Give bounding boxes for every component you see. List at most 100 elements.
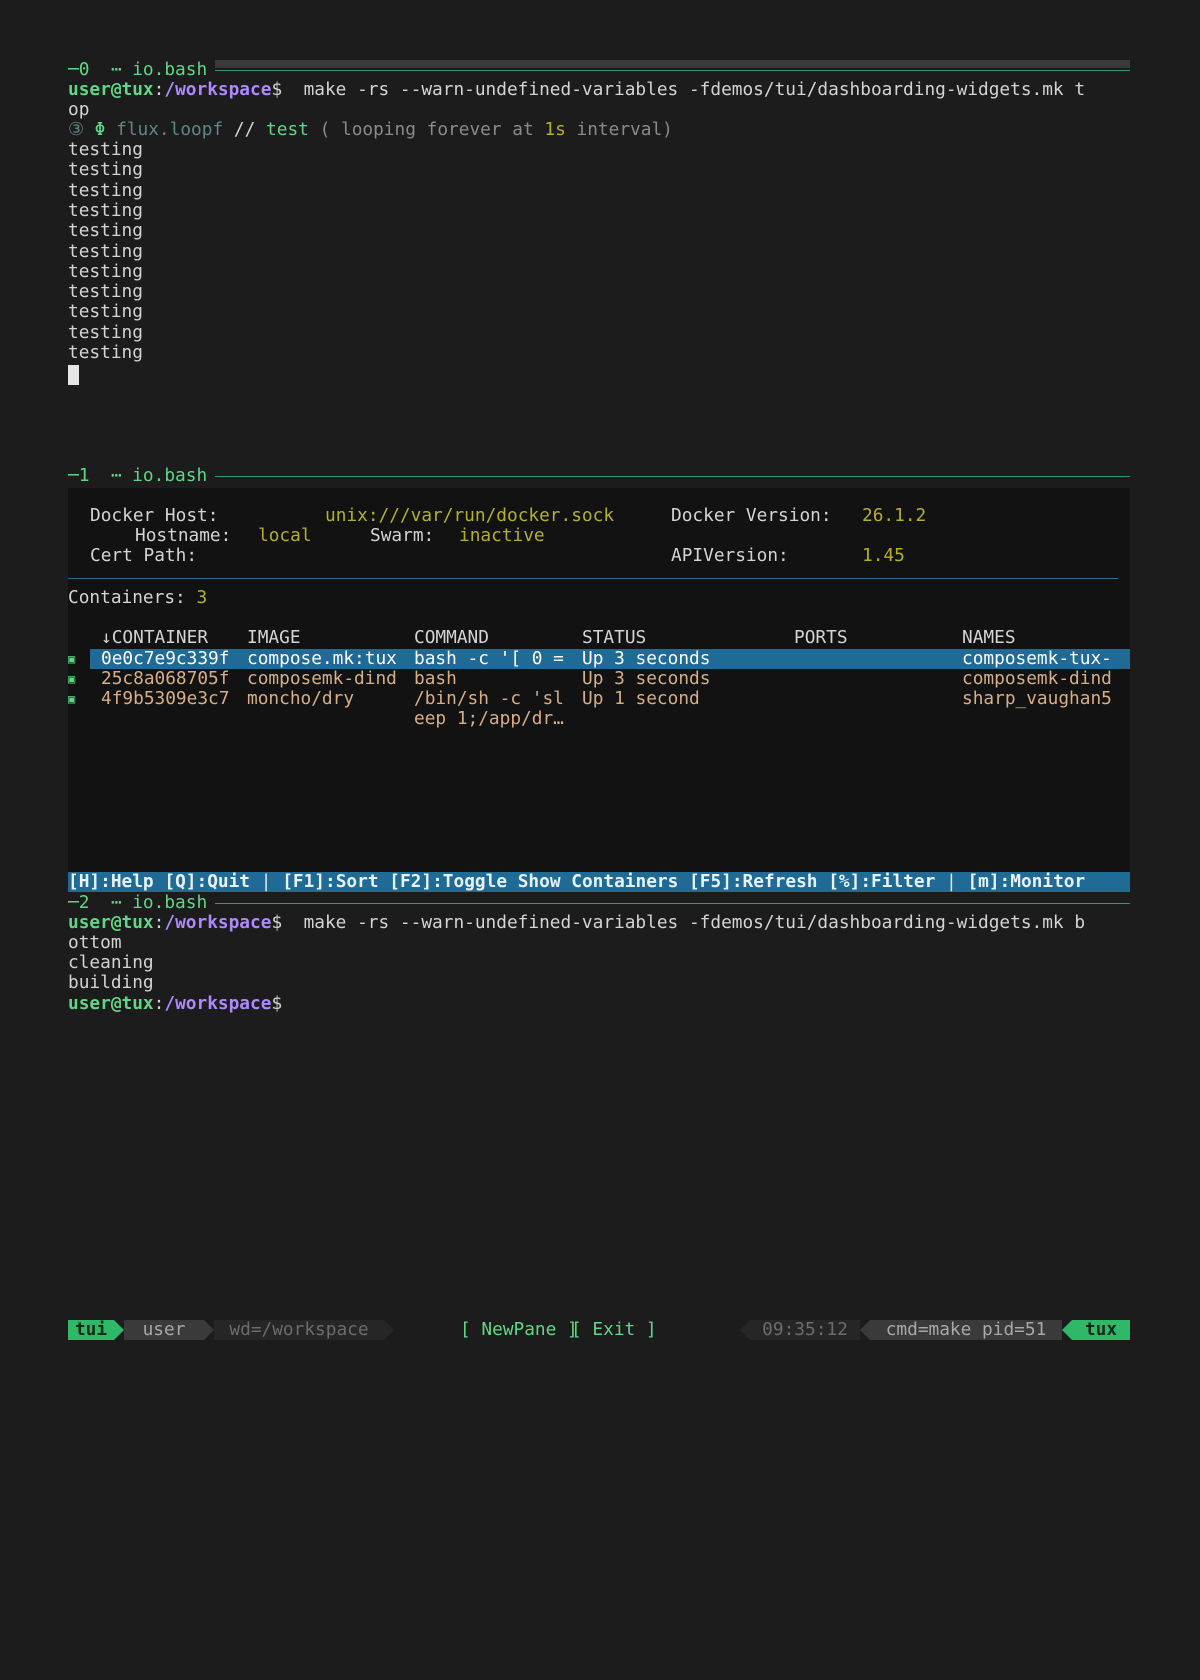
status-hostname: tux	[1072, 1320, 1130, 1340]
row-status: Up 1 second	[582, 688, 700, 709]
row-names: composemk-dind	[962, 668, 1112, 689]
status-clock: 09:35:12	[750, 1320, 860, 1340]
status-process: cmd=make pid=51	[870, 1320, 1062, 1340]
pane-2-command-wrap: ottom	[68, 932, 122, 953]
prompt-user: user@tux	[68, 79, 154, 100]
swarm-value: inactive	[459, 525, 545, 546]
row-status-indicator-icon: ▣	[68, 652, 76, 666]
new-pane-button[interactable]: [ NewPane ]	[460, 1320, 578, 1340]
powerline-arrow-icon	[740, 1320, 750, 1340]
flux-message-b: interval)	[565, 119, 673, 140]
row-image: compose.mk:tux	[247, 648, 397, 669]
exit-button[interactable]: [ Exit ]	[571, 1320, 657, 1340]
row-command: bash	[414, 668, 457, 689]
prompt-path: /workspace	[164, 912, 272, 933]
pane-2-title-bar[interactable]: ─2 ⋯ io.bash	[68, 893, 1130, 913]
column-status[interactable]: STATUS	[582, 628, 646, 648]
pane-1-title-rule	[68, 476, 1130, 477]
prompt-path: /workspace	[164, 993, 272, 1014]
info-divider	[68, 578, 1118, 579]
api-version-value: 1.45	[862, 545, 905, 566]
row-container-id: 0e0c7e9c339f	[101, 648, 230, 669]
status-user: user	[124, 1320, 204, 1340]
toggle-containers-key[interactable]: [F2]:Toggle Show Containers	[389, 871, 678, 892]
output-line: cleaning	[68, 952, 154, 973]
output-line: testing	[68, 240, 143, 262]
pane-0-command-wrap: op	[68, 99, 90, 120]
docker-version-label: Docker Version:	[671, 505, 832, 526]
pane-0-prompt-line: user@tux:/workspace$ make -rs --warn-und…	[68, 80, 1085, 100]
row-names: composemk-tux-	[962, 648, 1112, 669]
key-separator: |	[260, 871, 272, 892]
quit-key[interactable]: [Q]:Quit	[164, 871, 250, 892]
prompt-user: user@tux	[68, 912, 154, 933]
flux-target: test	[266, 119, 309, 140]
prompt-dollar: $	[271, 912, 283, 933]
row-image: moncho/dry	[247, 688, 355, 709]
output-line: testing	[68, 301, 143, 323]
pane-0-title-band	[68, 60, 1130, 68]
row-status: Up 3 seconds	[582, 668, 711, 689]
output-line: testing	[68, 321, 143, 343]
status-working-dir: wd=/workspace	[214, 1320, 384, 1340]
pane-0-title-bar[interactable]: ─0 ⋯ io.bash	[68, 60, 1130, 80]
sort-key[interactable]: [F1]:Sort	[282, 871, 378, 892]
output-line: testing	[68, 179, 143, 201]
output-line: testing	[68, 281, 143, 303]
flux-loop-status: ③ Φ flux.loopf // test ( looping forever…	[68, 120, 673, 140]
prompt-separator: :	[153, 79, 165, 100]
row-container-id: 4f9b5309e3c7	[101, 688, 230, 709]
column-container[interactable]: ↓CONTAINER	[101, 628, 208, 648]
refresh-key[interactable]: [F5]:Refresh	[689, 871, 817, 892]
hostname-label: Hostname:	[135, 525, 232, 546]
column-names[interactable]: NAMES	[962, 628, 1016, 648]
command-text: make -rs --warn-undefined-variables -fde…	[282, 79, 1086, 100]
flux-glyph-icon: Φ	[94, 119, 106, 140]
output-line: testing	[68, 139, 143, 160]
flux-interval: 1s	[544, 119, 566, 140]
prompt-dollar: $	[271, 79, 283, 100]
pane-2-prompt-idle[interactable]: user@tux:/workspace$	[68, 994, 282, 1014]
powerline-arrow-icon	[384, 1320, 394, 1340]
swarm-label: Swarm:	[370, 525, 435, 546]
output-line: testing	[68, 159, 143, 181]
dry-docker-panel: Docker Host: unix:///var/run/docker.sock…	[68, 488, 1130, 880]
column-command[interactable]: COMMAND	[414, 628, 489, 648]
containers-summary: Containers: 3	[68, 588, 207, 608]
column-ports[interactable]: PORTS	[794, 628, 848, 648]
row-status-indicator-icon: ▣	[68, 672, 76, 686]
row-names: sharp_vaughan5	[962, 688, 1112, 709]
cert-path-label: Cert Path:	[90, 545, 198, 566]
pane-0-title-rule	[68, 70, 1130, 71]
powerline-arrow-icon	[204, 1320, 214, 1340]
pane-1-title-bar[interactable]: ─1 ⋯ io.bash	[68, 466, 1130, 486]
session-name[interactable]: tui	[68, 1320, 114, 1340]
flux-number-icon: ③	[68, 119, 84, 140]
hostname-value: local	[258, 525, 312, 546]
row-status: Up 3 seconds	[582, 648, 711, 669]
pane-1-title: ─1 ⋯ io.bash	[68, 466, 216, 486]
monitor-key[interactable]: [m]:Monitor	[967, 871, 1085, 892]
filter-key[interactable]: [%]:Filter	[828, 871, 935, 892]
output-line: testing	[68, 199, 143, 221]
output-line: building	[68, 972, 154, 993]
pane-2-title: ─2 ⋯ io.bash	[68, 893, 216, 913]
powerline-arrow-icon	[1062, 1320, 1072, 1340]
row-image: composemk-dind	[247, 668, 397, 689]
docker-host-label: Docker Host:	[90, 505, 219, 526]
prompt-user: user@tux	[68, 993, 154, 1014]
output-line: testing	[68, 260, 143, 282]
prompt-dollar: $	[271, 993, 283, 1014]
prompt-separator: :	[153, 993, 165, 1014]
row-container-id: 25c8a068705f	[101, 668, 230, 689]
pane-0-title: ─0 ⋯ io.bash	[68, 60, 216, 80]
docker-version-value: 26.1.2	[862, 505, 927, 526]
prompt-path: /workspace	[164, 79, 272, 100]
tmux-status-bar: tui user wd=/workspace [ NewPane ] [ Exi…	[68, 1320, 1130, 1340]
terminal-screen: ─0 ⋯ io.bash user@tux:/workspace$ make -…	[68, 60, 1130, 1340]
row-command-continuation: eep 1;/app/dr…	[414, 708, 564, 729]
command-text: make -rs --warn-undefined-variables -fde…	[282, 912, 1086, 933]
column-image[interactable]: IMAGE	[247, 628, 301, 648]
powerline-arrow-icon	[114, 1320, 124, 1340]
help-key[interactable]: [H]:Help	[68, 871, 154, 892]
